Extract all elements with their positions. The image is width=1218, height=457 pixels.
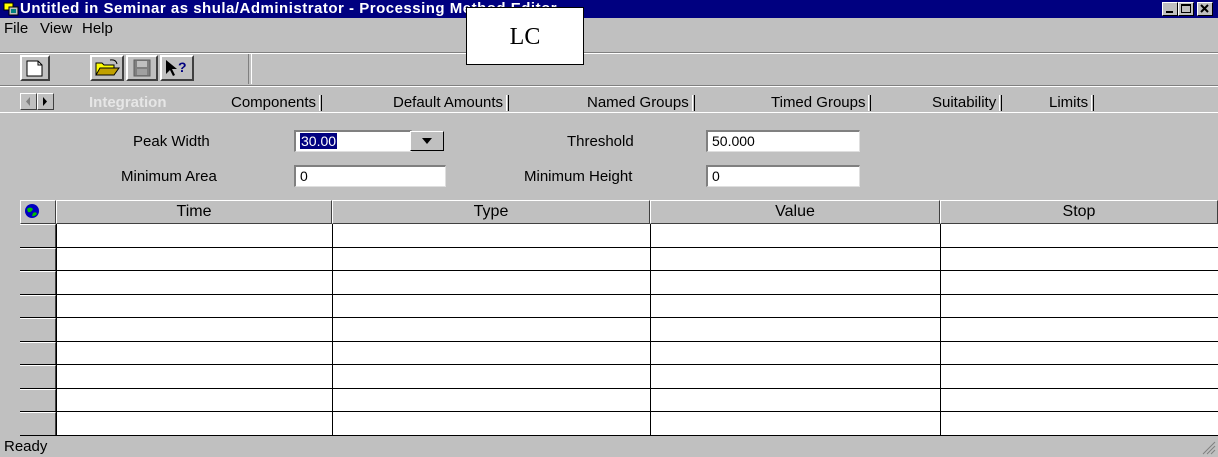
tab-label: Integration <box>89 94 167 111</box>
tab-named-groups[interactable]: Named Groups <box>584 93 695 112</box>
table-row[interactable] <box>20 247 1218 248</box>
min-height-field[interactable]: 0 <box>706 165 860 187</box>
table-row[interactable] <box>20 317 1218 318</box>
row-header[interactable] <box>20 248 56 271</box>
chevron-down-icon <box>422 138 432 144</box>
title-bar[interactable]: Untitled in Seminar as shula/Administrat… <box>0 0 1218 18</box>
table-row[interactable] <box>20 294 1218 295</box>
toolbar-separator <box>248 54 252 84</box>
tab-components[interactable]: Components <box>228 93 323 112</box>
status-bar: Ready <box>0 437 1218 455</box>
close-button[interactable] <box>1197 2 1213 16</box>
row-header[interactable] <box>20 295 56 318</box>
tab-strip-baseline <box>0 112 1218 113</box>
tab-label: Named Groups <box>587 94 689 111</box>
peak-width-dropdown-button[interactable] <box>410 131 444 151</box>
min-height-value: 0 <box>712 168 720 184</box>
row-header[interactable] <box>20 412 56 436</box>
open-folder-icon <box>95 59 120 76</box>
threshold-field[interactable]: 50.000 <box>706 130 860 152</box>
threshold-value: 50.000 <box>712 133 755 149</box>
min-height-label: Minimum Height <box>524 168 633 185</box>
save-button[interactable] <box>126 55 158 81</box>
threshold-label: Threshold <box>567 133 634 150</box>
menu-file[interactable]: File <box>4 20 28 37</box>
min-area-value: 0 <box>300 168 308 184</box>
row-header[interactable] <box>20 342 56 365</box>
tab-default-amounts[interactable]: Default Amounts <box>390 93 510 112</box>
maximize-icon <box>1181 4 1191 13</box>
tab-label: Components <box>231 94 317 111</box>
column-header-value[interactable]: Value <box>650 200 940 224</box>
tab-scroll-right-button[interactable] <box>37 93 54 110</box>
overlay-label: LC <box>466 7 584 65</box>
table-corner[interactable] <box>20 200 56 224</box>
row-header[interactable] <box>20 224 56 248</box>
toolbar-divider <box>0 85 1218 87</box>
minimize-icon <box>1166 11 1173 13</box>
svg-text:?: ? <box>178 59 187 75</box>
tab-suitability[interactable]: Suitability <box>929 93 1003 112</box>
peak-width-combo[interactable]: 30.00 <box>294 130 412 152</box>
new-document-icon <box>26 60 43 77</box>
open-button[interactable] <box>90 55 124 81</box>
globe-icon <box>25 204 39 218</box>
column-divider <box>56 224 57 436</box>
minimize-button[interactable] <box>1162 2 1178 16</box>
save-disk-icon <box>133 59 151 77</box>
menu-view[interactable]: View <box>40 20 72 37</box>
table-row[interactable] <box>20 341 1218 342</box>
column-header-time[interactable]: Time <box>56 200 332 224</box>
tab-label: Timed Groups <box>771 94 866 111</box>
menu-bar: File View Help <box>0 18 1218 38</box>
resize-grip-icon[interactable] <box>1200 439 1216 455</box>
row-header[interactable] <box>20 271 56 295</box>
new-button[interactable] <box>20 55 50 81</box>
tab-label: Suitability <box>932 94 997 111</box>
min-area-label: Minimum Area <box>121 168 217 185</box>
app-icon <box>3 2 19 16</box>
row-header[interactable] <box>20 365 56 389</box>
table-row[interactable] <box>20 435 1218 436</box>
tab-label: Default Amounts <box>393 94 504 111</box>
min-area-field[interactable]: 0 <box>294 165 446 187</box>
column-header-stop[interactable]: Stop <box>940 200 1218 224</box>
maximize-button[interactable] <box>1178 2 1194 16</box>
processing-method-editor-window: Untitled in Seminar as shula/Administrat… <box>0 0 1218 455</box>
menu-help[interactable]: Help <box>82 20 113 37</box>
arrow-left-icon <box>26 97 30 106</box>
row-header[interactable] <box>20 318 56 342</box>
tab-scroll-left-button[interactable] <box>20 93 37 110</box>
menu-divider <box>0 52 1218 54</box>
table-row[interactable] <box>20 388 1218 389</box>
tab-timed-groups[interactable]: Timed Groups <box>768 93 872 112</box>
table-row[interactable] <box>20 270 1218 271</box>
status-text: Ready <box>4 438 48 455</box>
tab-label: Limits <box>1049 94 1089 111</box>
tab-limits[interactable]: Limits <box>1046 93 1095 112</box>
peak-width-label: Peak Width <box>133 133 210 150</box>
table-row[interactable] <box>20 411 1218 412</box>
arrow-right-icon <box>43 97 47 106</box>
peak-width-value: 30.00 <box>300 133 338 149</box>
events-table[interactable] <box>20 200 1218 436</box>
column-header-type[interactable]: Type <box>332 200 650 224</box>
tab-integration[interactable]: Integration <box>86 93 170 112</box>
close-icon <box>1200 4 1209 13</box>
row-header[interactable] <box>20 389 56 412</box>
table-row[interactable] <box>20 364 1218 365</box>
column-divider <box>940 224 941 436</box>
column-divider <box>650 224 651 436</box>
column-divider <box>332 224 333 436</box>
context-help-button[interactable]: ? <box>160 55 194 81</box>
context-help-icon: ? <box>166 59 187 76</box>
